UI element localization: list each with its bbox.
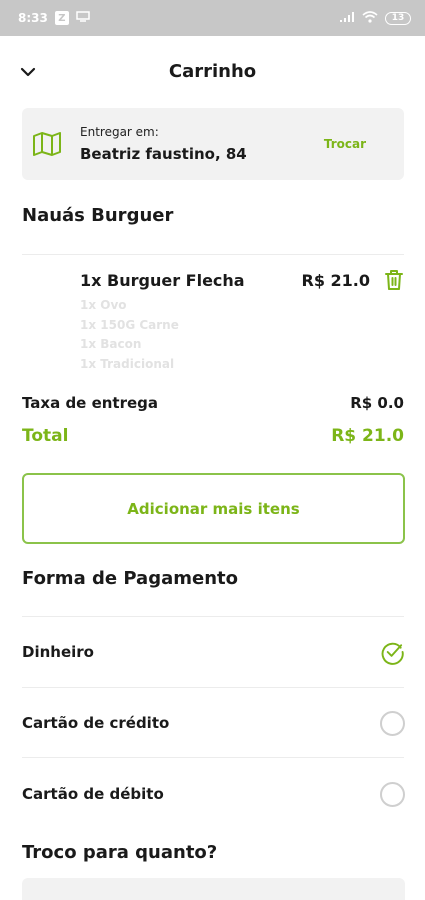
divider [22, 254, 404, 255]
trash-icon[interactable] [382, 268, 406, 292]
status-bar: 8:33 Z 13 [0, 0, 425, 36]
header: Carrinho [0, 36, 425, 106]
delivery-fee-row: Taxa de entrega R$ 0.0 [22, 394, 404, 412]
delivery-fee-label: Taxa de entrega [22, 394, 159, 412]
store-name: Nauás Burguer [22, 205, 174, 226]
payment-option-label: Cartão de débito [22, 785, 164, 803]
battery-icon: 13 [385, 11, 411, 25]
payment-option-cash[interactable]: Dinheiro [22, 617, 405, 687]
payment-option-credit-card[interactable]: Cartão de crédito [22, 688, 405, 758]
radio-unchecked-icon[interactable] [380, 781, 405, 807]
total-value: R$ 21.0 [331, 426, 404, 446]
status-left: 8:33 Z [18, 11, 90, 25]
addon-item: 1x Bacon [80, 337, 142, 351]
map-icon [32, 129, 62, 159]
radio-unchecked-icon[interactable] [380, 710, 405, 736]
total-label: Total [22, 426, 69, 446]
cart-item-price: R$ 21.0 [301, 270, 371, 290]
cart-item-addons: 1x Ovo 1x 150G Carne 1x Bacon 1x Tradici… [80, 296, 406, 374]
add-more-items-button[interactable]: Adicionar mais itens [22, 473, 405, 544]
change-address-button[interactable]: Trocar [324, 137, 366, 151]
payment-option-label: Dinheiro [22, 643, 94, 661]
page-title: Carrinho [168, 60, 257, 82]
delivery-fee-value: R$ 0.0 [350, 394, 404, 412]
payment-section-title: Forma de Pagamento [22, 568, 238, 589]
screen-icon [76, 11, 90, 25]
delivery-address-card: Entregar em: Beatriz faustino, 84 Trocar [22, 108, 404, 180]
signal-icon [339, 11, 355, 26]
change-section-title: Troco para quanto? [22, 842, 218, 863]
chevron-down-icon[interactable] [16, 60, 40, 84]
status-time: 8:33 [18, 11, 48, 25]
cart-item-right: R$ 21.0 [302, 268, 407, 292]
address-text: Entregar em: Beatriz faustino, 84 [80, 125, 247, 163]
payment-option-label: Cartão de crédito [22, 714, 170, 732]
notification-icon: Z [54, 11, 69, 25]
wifi-icon [362, 10, 378, 26]
total-row: Total R$ 21.0 [22, 426, 404, 446]
cart-item: 1x Burguer Flecha R$ 21.0 1x Ovo 1x 150G… [80, 268, 406, 374]
addon-item: 1x 150G Carne [80, 317, 179, 332]
address-label: Entregar em: [80, 125, 159, 139]
addon-item: 1x Tradicional [80, 356, 175, 371]
check-circle-icon[interactable] [380, 640, 405, 665]
divider [22, 757, 404, 758]
payment-option-debit-card[interactable]: Cartão de débito [22, 759, 405, 829]
address-value: Beatriz faustino, 84 [80, 145, 247, 163]
cart-item-header: 1x Burguer Flecha R$ 21.0 [80, 268, 406, 292]
status-right: 13 [339, 10, 411, 26]
cart-item-name: 1x Burguer Flecha [80, 270, 245, 290]
change-amount-input[interactable] [22, 878, 405, 900]
addon-item: 1x Ovo [80, 298, 127, 312]
